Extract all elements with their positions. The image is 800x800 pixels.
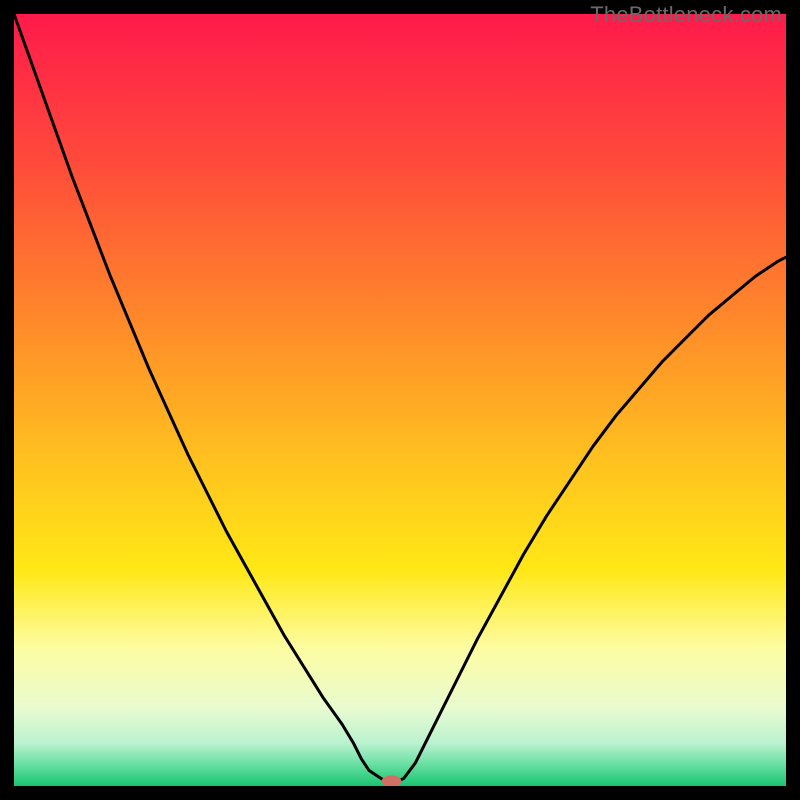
bottleneck-chart <box>14 14 786 786</box>
chart-frame <box>14 14 786 786</box>
gradient-background <box>14 14 786 786</box>
watermark-text: TheBottleneck.com <box>590 2 782 28</box>
